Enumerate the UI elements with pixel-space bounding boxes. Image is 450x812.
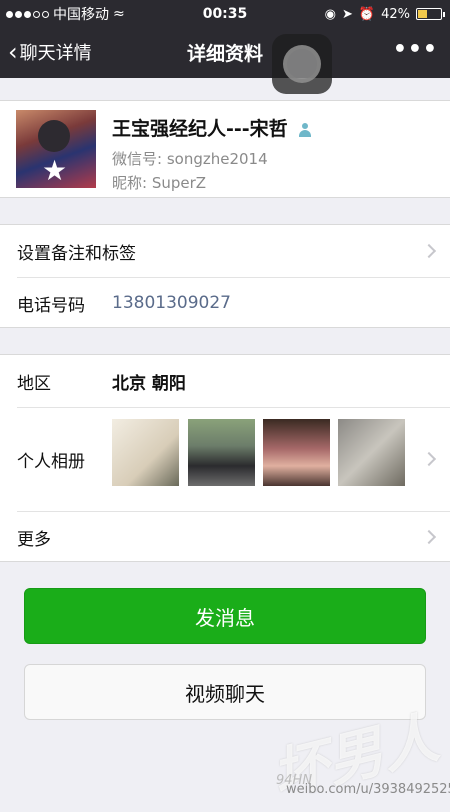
phone-row[interactable]: 电话号码 13801309027 — [0, 277, 450, 329]
nickname: 昵称: SuperZ — [112, 172, 206, 193]
avatar-star: ★ — [42, 154, 68, 187]
region-row: 地区 北京 朝阳 — [0, 355, 450, 407]
remark-label: 设置备注和标签 — [17, 243, 136, 264]
avatar-head — [38, 120, 70, 152]
profile-name: 王宝强经纪人---宋哲 — [112, 114, 312, 141]
send-message-button[interactable]: 发消息 — [24, 588, 426, 644]
wechat-id-value: songzhe2014 — [166, 150, 268, 168]
remark-row[interactable]: 设置备注和标签 — [0, 225, 450, 277]
more-icon[interactable]: ••• — [393, 37, 438, 62]
assistive-touch-icon — [283, 45, 321, 83]
wechat-id: 微信号: songzhe2014 — [112, 148, 268, 169]
more-label: 更多 — [17, 529, 51, 550]
region-value: 北京 朝阳 — [112, 373, 186, 394]
album-photo — [188, 419, 255, 486]
profile-name-text: 王宝强经纪人---宋哲 — [112, 118, 288, 140]
lock-rotation-icon: ◉ — [324, 6, 336, 22]
phone-label: 电话号码 — [17, 295, 85, 316]
battery-icon — [416, 8, 445, 20]
status-bar: 中国移动 ≈ 00:35 ◉ ➤ ⏰ 42% — [0, 0, 450, 28]
chevron-right-icon — [421, 451, 437, 467]
contact-info-group: 设置备注和标签 电话号码 13801309027 — [0, 224, 450, 328]
album-photo — [263, 419, 330, 486]
page-title: 详细资料 — [186, 43, 263, 65]
avatar[interactable]: ★ — [16, 110, 96, 188]
album-row[interactable]: 个人相册 — [0, 407, 450, 511]
chevron-right-icon — [421, 529, 437, 545]
battery-percent: 42% — [381, 6, 410, 22]
status-right: ◉ ➤ ⏰ 42% — [324, 6, 445, 22]
album-photo — [112, 419, 179, 486]
album-label: 个人相册 — [17, 451, 85, 472]
details-group: 地区 北京 朝阳 个人相册 更多 — [0, 354, 450, 562]
person-icon — [298, 122, 312, 137]
nickname-value: SuperZ — [151, 174, 207, 192]
assistive-touch-button[interactable] — [272, 34, 332, 94]
nav-bar: ‹ 聊天详情 详细资料 ••• — [0, 28, 450, 94]
location-icon: ➤ — [342, 6, 353, 22]
nickname-label: 昵称: — [112, 174, 148, 192]
watermark-weibo: weibo.com/u/3938492525 — [286, 782, 450, 797]
chevron-right-icon — [421, 243, 437, 259]
phone-value[interactable]: 13801309027 — [112, 293, 231, 313]
wechat-id-label: 微信号: — [112, 150, 163, 168]
more-row[interactable]: 更多 — [0, 511, 450, 563]
album-photo — [338, 419, 405, 486]
battery-fill — [418, 10, 428, 18]
region-label: 地区 — [17, 373, 51, 394]
profile-card: ★ 王宝强经纪人---宋哲 微信号: songzhe2014 昵称: Super… — [0, 100, 450, 198]
alarm-icon: ⏰ — [358, 6, 376, 22]
